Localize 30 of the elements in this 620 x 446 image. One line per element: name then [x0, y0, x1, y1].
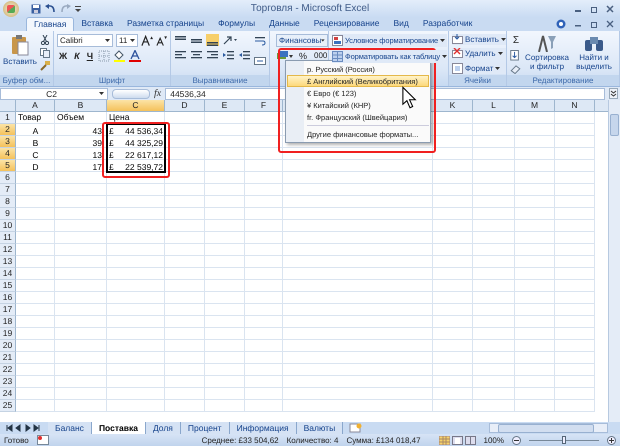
status-average: Среднее: £33 504,62 — [202, 436, 279, 444]
table-cell: 17 — [92, 162, 102, 172]
window-title: Торговля - Microsoft Excel — [250, 3, 370, 14]
table-cell: 13 — [92, 150, 102, 160]
group-label: Выравнивание — [171, 75, 269, 86]
status-sum: Сумма: £134 018,47 — [346, 436, 421, 444]
group-label: Шрифт — [54, 75, 170, 86]
table-cell: 22 539,72 — [125, 162, 163, 172]
currency-symbol: £ — [109, 162, 114, 172]
status-count: Количество: 4 — [286, 436, 338, 444]
table-cell: 43 — [92, 126, 102, 136]
table-cell: C — [32, 150, 39, 160]
table-cell: Товар — [18, 112, 42, 122]
table-cell: 44 536,34 — [125, 126, 163, 136]
currency-symbol: £ — [109, 138, 114, 148]
group-label: Ячейки — [449, 75, 506, 86]
zoom-level: 100% — [484, 436, 504, 444]
table-cell: 39 — [92, 138, 102, 148]
table-cell: A — [32, 126, 38, 136]
table-cell: 44 325,29 — [125, 138, 163, 148]
currency-symbol: £ — [109, 150, 114, 160]
status-text: Готово — [4, 436, 29, 444]
group-label: Буфер обм... — [0, 75, 53, 86]
table-cell: B — [32, 138, 38, 148]
table-cell: Объем — [57, 112, 84, 122]
table-cell: Цена — [109, 112, 130, 122]
table-cell: D — [32, 162, 39, 172]
currency-symbol: £ — [109, 126, 114, 136]
group-label: Редактирование — [507, 75, 619, 86]
table-cell: 22 617,12 — [125, 150, 163, 160]
